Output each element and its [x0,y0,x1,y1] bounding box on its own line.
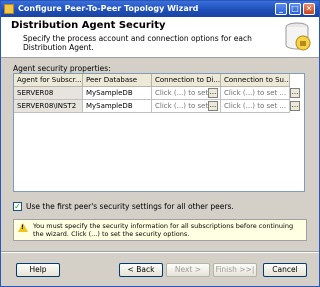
wizard-window: Configure Peer-To-Peer Topology Wizard _… [0,0,320,287]
help-button[interactable]: Help [16,263,60,277]
column-header-agent[interactable]: Agent for Subscr... [14,74,83,87]
column-header-connection-distributor[interactable]: Connection to Di... [152,74,221,87]
table-row: SERVER08 MySampleDB Click (...) to set .… [14,87,304,100]
warning-message: ! You must specify the security informat… [13,219,307,241]
next-button[interactable]: Next > [166,263,210,277]
wizard-app-icon [4,4,14,14]
database-security-icon [285,22,311,51]
back-button[interactable]: < Back [119,263,163,277]
column-header-peer-database[interactable]: Peer Database [83,74,152,87]
finish-button[interactable]: Finish >>| [213,263,257,277]
set-distributor-connection-button[interactable]: ... [208,88,218,98]
connection-subscriber-cell: Click (...) to set ... [221,87,290,100]
set-distributor-connection-button[interactable]: ... [208,101,218,111]
maximize-button[interactable]: □ [289,3,301,15]
column-header-connection-subscriber[interactable]: Connection to Su... [221,74,290,87]
grid-header-row: Agent for Subscr... Peer Database Connec… [14,74,304,87]
set-subscriber-connection-button[interactable]: ... [290,88,300,98]
warning-text: You must specify the security informatio… [33,222,294,238]
use-first-peer-label[interactable]: Use the first peer's security settings f… [26,202,234,211]
close-button[interactable]: ✕ [303,3,315,15]
title-bar: Configure Peer-To-Peer Topology Wizard _… [1,1,319,17]
footer-separator [1,251,319,253]
agent-security-grid: Agent for Subscr... Peer Database Connec… [13,73,305,192]
use-first-peer-checkbox[interactable]: ✓ [13,202,22,211]
window-title: Configure Peer-To-Peer Topology Wizard [18,4,199,13]
agent-cell: SERVER08\INST2 [14,100,83,113]
minimize-button[interactable]: _ [275,3,287,15]
page-description: Specify the process account and connecti… [23,34,252,52]
connection-subscriber-cell: Click (...) to set ... [221,100,290,113]
agent-cell: SERVER08 [14,87,83,100]
set-subscriber-connection-button[interactable]: ... [290,101,300,111]
warning-icon-mark: ! [21,224,24,231]
wizard-header: Distribution Agent Security Specify the … [1,17,319,58]
cancel-button[interactable]: Cancel [263,263,307,277]
database-cell: MySampleDB [83,100,152,113]
database-cell: MySampleDB [83,87,152,100]
table-row: SERVER08\INST2 MySampleDB Click (...) to… [14,100,304,113]
page-title: Distribution Agent Security [11,20,166,31]
agent-security-label: Agent security properties: [13,64,111,73]
